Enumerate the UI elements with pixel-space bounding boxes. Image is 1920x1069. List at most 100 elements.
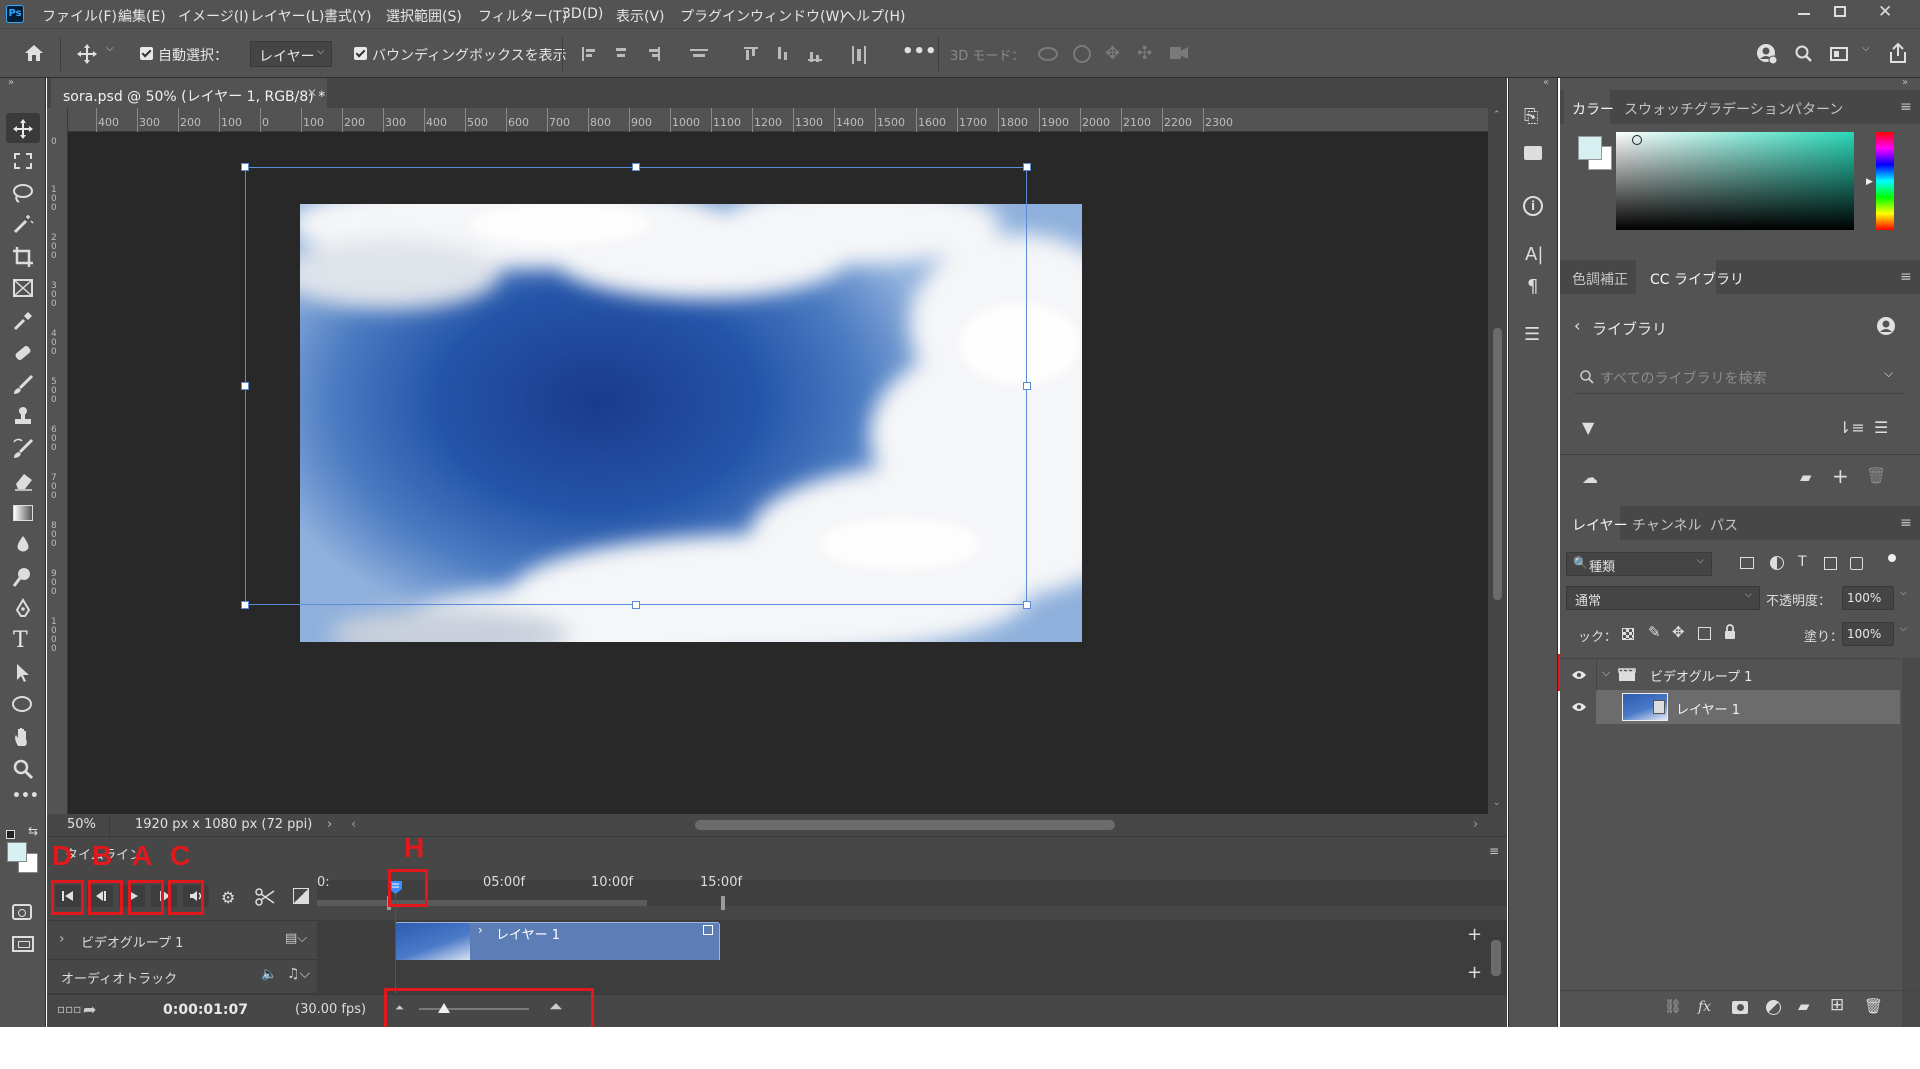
home-icon[interactable]	[24, 44, 44, 62]
pen-tool-icon[interactable]	[12, 598, 34, 620]
library-panel-menu-icon[interactable]: ≡	[1900, 269, 1912, 285]
default-colors-icon[interactable]	[6, 830, 15, 839]
collapse-right-icon[interactable]: »	[1902, 77, 1908, 88]
layers-panel-menu-icon[interactable]: ≡	[1900, 515, 1912, 531]
fill-input[interactable]: 100%	[1842, 622, 1894, 646]
status-menu-chevron-icon[interactable]: ›	[327, 817, 332, 832]
document-tab[interactable]: sora.psd @ 50% (レイヤー 1, RGB/8) * ✕	[51, 78, 327, 108]
workspace-chevron-icon[interactable]: ⌵	[1862, 43, 1870, 54]
dodge-tool-icon[interactable]	[12, 566, 34, 588]
speaker-icon[interactable]: 🔈	[261, 967, 277, 982]
film-strip-icon[interactable]: ▤⌵	[285, 931, 307, 946]
more-tools-icon[interactable]: •••	[12, 788, 39, 804]
lock-all-icon[interactable]	[1724, 624, 1736, 640]
frame-tool-icon[interactable]	[12, 278, 34, 298]
menu-help[interactable]: ヘルプ(H)	[842, 6, 905, 26]
new-group-icon[interactable]: ▰	[1798, 997, 1810, 1015]
clone-stamp-icon[interactable]	[12, 406, 34, 428]
3d-scale-icon[interactable]	[1170, 47, 1188, 59]
filter-shape-icon[interactable]	[1824, 557, 1837, 570]
foreground-color-swatch[interactable]	[7, 842, 27, 862]
new-layer-icon[interactable]: ⊞	[1830, 995, 1844, 1015]
tab-cc-libraries[interactable]: CC ライブラリ	[1650, 269, 1744, 289]
align-right-icon[interactable]	[646, 47, 660, 61]
tab-adjustments[interactable]: 色調補正	[1572, 269, 1628, 289]
filter-adjustment-icon[interactable]	[1770, 556, 1784, 570]
tab-layers[interactable]: レイヤー	[1572, 515, 1628, 535]
menu-plugins[interactable]: プラグイン	[680, 6, 750, 26]
distribute-v-icon[interactable]	[852, 46, 866, 64]
transform-handle-bc[interactable]	[632, 601, 640, 609]
link-layers-icon[interactable]: ⛓	[1664, 999, 1682, 1015]
color-panel-menu-icon[interactable]: ≡	[1900, 99, 1912, 115]
lock-image-icon[interactable]: ✎	[1648, 623, 1661, 641]
filter-type-icon[interactable]: T	[1798, 554, 1807, 570]
menu-select[interactable]: 選択範囲(S)	[386, 6, 462, 26]
transform-handle-br[interactable]	[1023, 601, 1031, 609]
close-icon[interactable]: ✕	[1878, 2, 1892, 22]
lasso-tool-icon[interactable]	[12, 183, 34, 203]
blend-mode-dropdown[interactable]: 通常 ⌵	[1566, 586, 1760, 610]
screen-mode-icon[interactable]	[12, 936, 34, 952]
minimize-icon[interactable]	[1798, 13, 1810, 15]
layers-scrollbar[interactable]	[1902, 658, 1920, 1038]
workspace-icon[interactable]	[1830, 47, 1848, 61]
adjustment-layer-icon[interactable]	[1766, 1000, 1781, 1015]
quick-mask-icon[interactable]	[12, 904, 32, 920]
add-mask-icon[interactable]	[1732, 1001, 1748, 1014]
user-share-icon[interactable]	[1756, 43, 1778, 65]
transform-handle-bl[interactable]	[241, 601, 249, 609]
color-picker-cursor[interactable]	[1632, 135, 1642, 145]
transform-handle-ml[interactable]	[241, 382, 249, 390]
brush-tool-icon[interactable]	[12, 374, 34, 396]
work-area-bar[interactable]	[317, 900, 647, 906]
tab-patterns[interactable]: パターン	[1788, 99, 1843, 119]
panel-fg-bg-swatch[interactable]	[1578, 136, 1614, 172]
library-add-user-icon[interactable]	[1876, 316, 1898, 338]
playback-settings-icon[interactable]: ⚙	[221, 888, 235, 907]
delete-layer-icon[interactable]: 🗑	[1864, 997, 1883, 1015]
sort-icon[interactable]: ⇂≡	[1838, 418, 1865, 437]
transform-handle-tl[interactable]	[241, 163, 249, 171]
opacity-chevron-icon[interactable]: ⌵	[1900, 588, 1907, 598]
transform-handle-tc[interactable]	[632, 163, 640, 171]
menu-edit[interactable]: 編集(E)	[118, 6, 166, 26]
zoom-level[interactable]: 50%	[67, 817, 96, 832]
menu-type[interactable]: 書式(Y)	[324, 6, 371, 26]
layer-row[interactable]: ⌵ ビデオグループ 1	[1560, 658, 1900, 691]
menu-file[interactable]: ファイル(F)	[42, 6, 117, 26]
marquee-tool-icon[interactable]	[14, 153, 32, 169]
layer-row[interactable]: レイヤー 1	[1560, 690, 1900, 724]
more-options-icon[interactable]: •••	[902, 41, 937, 62]
filter-icon[interactable]: ▼	[1582, 418, 1594, 437]
canvas-area[interactable]	[68, 132, 1488, 814]
panel-foreground-swatch[interactable]	[1578, 136, 1602, 160]
scroll-down-icon[interactable]: ⌄	[1493, 798, 1501, 808]
move-tool-icon[interactable]	[76, 43, 98, 65]
align-top-icon[interactable]	[744, 47, 758, 61]
search-icon[interactable]	[1795, 45, 1813, 63]
lock-artboard-icon[interactable]	[1698, 627, 1711, 640]
hue-slider[interactable]	[1876, 132, 1894, 230]
clip-options-icon[interactable]	[703, 925, 713, 935]
tab-gradients[interactable]: グラデーション	[1694, 99, 1792, 119]
tab-color[interactable]: カラー	[1572, 99, 1614, 119]
3d-roll-icon[interactable]	[1073, 45, 1091, 63]
library-folder-icon[interactable]: ▰	[1800, 468, 1812, 486]
audio-track-header[interactable]: オーディオトラック 🔈 ♫⌵	[47, 960, 317, 994]
align-center-h-icon[interactable]	[614, 47, 628, 61]
fill-chevron-icon[interactable]: ⌵	[1900, 624, 1907, 634]
collapse-toolbar-icon[interactable]: »	[8, 77, 14, 88]
timeline-menu-icon[interactable]: ≡	[1489, 844, 1499, 858]
menu-filter[interactable]: フィルター(T)	[478, 6, 567, 26]
properties-panel-icon[interactable]: ☰	[1524, 324, 1540, 345]
hscroll-right-icon[interactable]: ›	[1473, 817, 1478, 832]
path-selection-icon[interactable]	[14, 662, 32, 684]
menu-layer[interactable]: レイヤー(L)	[250, 6, 324, 26]
swap-colors-icon[interactable]: ⇆	[28, 824, 38, 838]
info-panel-icon[interactable]: i	[1523, 196, 1543, 216]
expand-chevron-icon[interactable]: ›	[59, 931, 65, 947]
gradient-tool-icon[interactable]	[13, 505, 33, 521]
lock-transparent-icon[interactable]	[1622, 628, 1634, 640]
type-tool-icon[interactable]: T	[13, 628, 28, 653]
